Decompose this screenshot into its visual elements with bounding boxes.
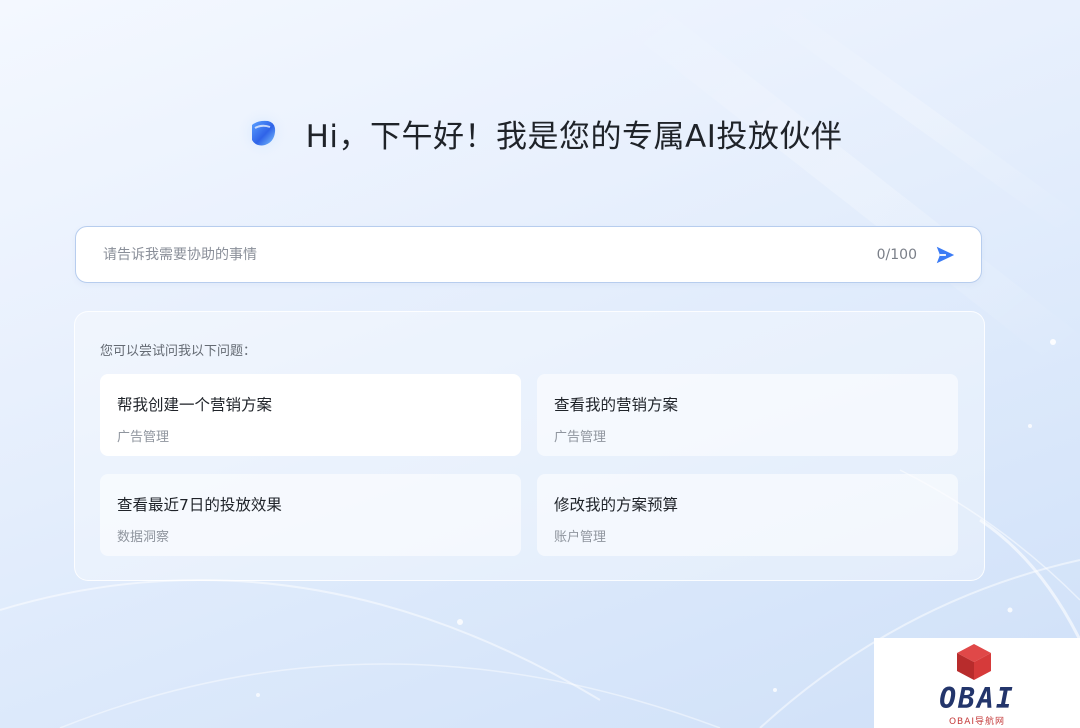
suggestion-title: 查看我的营销方案	[554, 396, 679, 414]
cube-logo-icon	[957, 644, 991, 680]
character-counter: 0/100	[876, 246, 917, 263]
send-button[interactable]	[933, 243, 957, 267]
prompt-input[interactable]	[101, 245, 877, 264]
suggestion-card-7day-performance[interactable]: 查看最近7日的投放效果 数据洞察	[100, 474, 521, 556]
suggestion-category: 广告管理	[554, 430, 607, 445]
suggestion-title: 查看最近7日的投放效果	[117, 496, 282, 514]
suggestion-title: 帮我创建一个营销方案	[117, 396, 273, 414]
watermark-brand: OBAI	[939, 682, 1015, 715]
send-icon	[936, 246, 955, 263]
suggestion-title: 修改我的方案预算	[554, 496, 679, 514]
suggestion-category: 广告管理	[117, 430, 170, 445]
watermark-subtitle: OBAI导航网	[948, 717, 1006, 727]
greeting-header: Hi，下午好！我是您的专属AI投放伙伴	[0, 108, 1080, 158]
watermark-logo: OBAI OBAI导航网	[874, 638, 1080, 728]
greeting-title: Hi，下午好！我是您的专属AI投放伙伴	[305, 118, 843, 155]
ai-assistant-logo-icon	[237, 108, 288, 158]
suggestion-heading: 您可以尝试问我以下问题：	[100, 344, 257, 359]
suggestion-card-edit-budget[interactable]: 修改我的方案预算 账户管理	[537, 474, 958, 556]
suggestion-category: 数据洞察	[117, 530, 170, 545]
prompt-input-bar: 0/100	[75, 226, 982, 283]
suggestion-card-view-plan[interactable]: 查看我的营销方案 广告管理	[537, 374, 958, 456]
suggestion-card-create-plan[interactable]: 帮我创建一个营销方案 广告管理	[100, 374, 521, 456]
suggestion-category: 账户管理	[554, 530, 607, 545]
suggestion-panel: 您可以尝试问我以下问题： 帮我创建一个营销方案 广告管理 查看我的营销方案 广告…	[74, 311, 985, 581]
